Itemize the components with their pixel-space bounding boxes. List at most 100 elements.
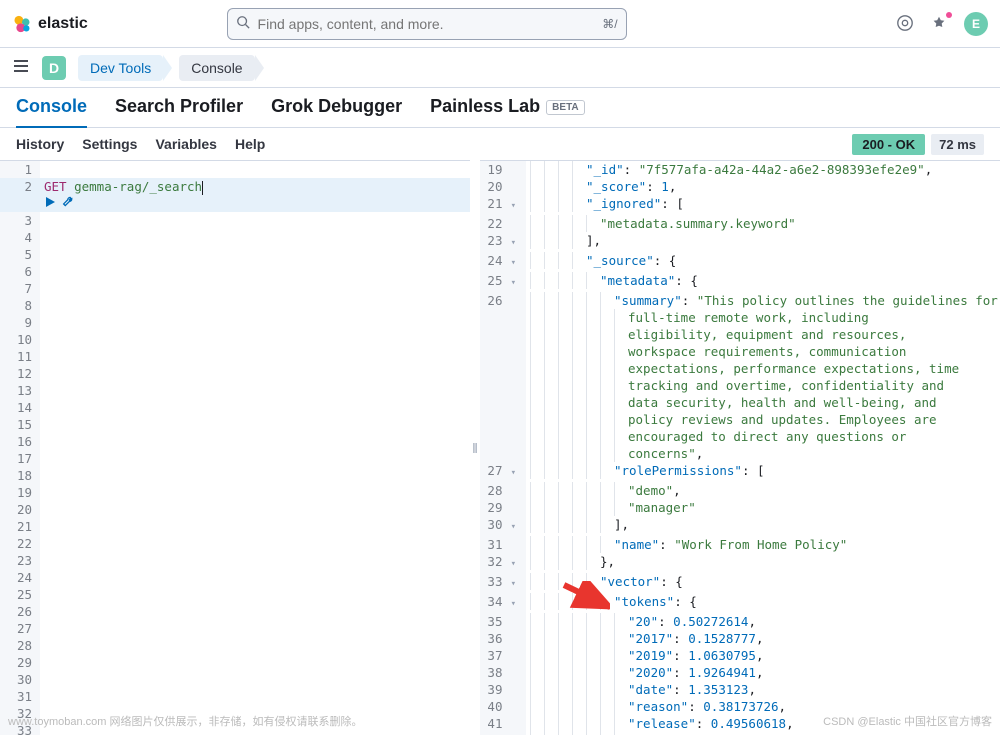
line-content[interactable] [40, 637, 470, 654]
editor-line[interactable]: 20 [0, 501, 470, 518]
settings-button[interactable]: Settings [82, 136, 137, 152]
line-content[interactable] [40, 331, 470, 348]
response-line[interactable]: data security, health and well-being, an… [480, 394, 1000, 411]
editor-line[interactable]: 30 [0, 671, 470, 688]
line-content[interactable] [40, 161, 470, 178]
line-content[interactable] [40, 314, 470, 331]
help-icon[interactable] [896, 14, 916, 34]
tab-search-profiler[interactable]: Search Profiler [115, 96, 243, 127]
response-line[interactable]: 31 "name": "Work From Home Policy" [480, 536, 1000, 553]
editor-line[interactable]: 19 [0, 484, 470, 501]
response-line[interactable]: 21 ▾"_ignored": [ [480, 195, 1000, 215]
editor-line[interactable]: 16 [0, 433, 470, 450]
editor-line[interactable]: 12 [0, 365, 470, 382]
run-icon[interactable] [44, 195, 56, 212]
response-line[interactable]: eligibility, equipment and resources, [480, 326, 1000, 343]
line-content[interactable] [40, 535, 470, 552]
editor-line[interactable]: 21 [0, 518, 470, 535]
line-content[interactable] [40, 671, 470, 688]
response-line[interactable]: 27 ▾"rolePermissions": [ [480, 462, 1000, 482]
line-content[interactable] [40, 280, 470, 297]
response-line[interactable]: 38 "2020": 1.9264941, [480, 664, 1000, 681]
editor-line[interactable]: 14 [0, 399, 470, 416]
user-avatar[interactable]: E [964, 12, 988, 36]
line-content[interactable] [40, 484, 470, 501]
response-line[interactable]: 22 "metadata.summary.keyword" [480, 215, 1000, 232]
line-content[interactable] [40, 603, 470, 620]
line-content[interactable] [40, 399, 470, 416]
line-content[interactable] [40, 365, 470, 382]
editor-line[interactable]: 22 [0, 535, 470, 552]
line-content[interactable] [40, 433, 470, 450]
line-content[interactable] [40, 518, 470, 535]
response-line[interactable]: 26 "summary": "This policy outlines the … [480, 292, 1000, 309]
editor-line[interactable]: 2GET gemma-rag/_search [0, 178, 470, 212]
line-content[interactable] [40, 348, 470, 365]
editor-line[interactable]: 5 [0, 246, 470, 263]
editor-line[interactable]: 28 [0, 637, 470, 654]
response-line[interactable]: concerns", [480, 445, 1000, 462]
response-line[interactable]: tracking and overtime, confidentiality a… [480, 377, 1000, 394]
response-line[interactable]: full-time remote work, including [480, 309, 1000, 326]
response-line[interactable]: 33 ▾"vector": { [480, 573, 1000, 593]
response-line[interactable]: 20 "_score": 1, [480, 178, 1000, 195]
line-content[interactable] [40, 416, 470, 433]
tab-console[interactable]: Console [16, 96, 87, 127]
response-line[interactable]: 39 "date": 1.353123, [480, 681, 1000, 698]
editor-line[interactable]: 23 [0, 552, 470, 569]
editor-line[interactable]: 25 [0, 586, 470, 603]
response-line[interactable]: expectations, performance expectations, … [480, 360, 1000, 377]
editor-line[interactable]: 1 [0, 161, 470, 178]
line-content[interactable] [40, 246, 470, 263]
editor-line[interactable]: 7 [0, 280, 470, 297]
search-input[interactable] [258, 16, 595, 32]
line-content[interactable] [40, 450, 470, 467]
pane-splitter[interactable]: ‖ [470, 160, 480, 735]
line-content[interactable] [40, 382, 470, 399]
response-line[interactable]: 25 ▾"metadata": { [480, 272, 1000, 292]
editor-line[interactable]: 10 [0, 331, 470, 348]
breadcrumb-console[interactable]: Console [179, 55, 254, 81]
editor-line[interactable]: 6 [0, 263, 470, 280]
editor-line[interactable]: 3 [0, 212, 470, 229]
tab-grok-debugger[interactable]: Grok Debugger [271, 96, 402, 127]
editor-line[interactable]: 11 [0, 348, 470, 365]
response-line[interactable]: 35 "20": 0.50272614, [480, 613, 1000, 630]
line-content[interactable] [40, 688, 470, 705]
menu-icon[interactable] [12, 57, 30, 78]
editor-line[interactable]: 17 [0, 450, 470, 467]
history-button[interactable]: History [16, 136, 64, 152]
response-line[interactable]: 32 ▾}, [480, 553, 1000, 573]
logo[interactable]: elastic [12, 14, 88, 34]
line-content[interactable] [40, 263, 470, 280]
line-content[interactable] [40, 229, 470, 246]
editor-line[interactable]: 18 [0, 467, 470, 484]
response-line[interactable]: 30 ▾], [480, 516, 1000, 536]
line-content[interactable] [40, 501, 470, 518]
line-content[interactable] [40, 467, 470, 484]
line-content[interactable]: GET gemma-rag/_search [40, 178, 470, 212]
line-content[interactable] [40, 552, 470, 569]
response-line[interactable]: 29 "manager" [480, 499, 1000, 516]
editor-line[interactable]: 4 [0, 229, 470, 246]
alerts-icon[interactable] [930, 14, 950, 34]
breadcrumb-devtools[interactable]: Dev Tools [78, 55, 163, 81]
response-line[interactable]: 37 "2019": 1.0630795, [480, 647, 1000, 664]
response-line[interactable]: 23 ▾], [480, 232, 1000, 252]
editor-line[interactable]: 29 [0, 654, 470, 671]
wrench-icon[interactable] [62, 195, 75, 212]
response-line[interactable]: policy reviews and updates. Employees ar… [480, 411, 1000, 428]
editor-line[interactable]: 8 [0, 297, 470, 314]
editor-line[interactable]: 24 [0, 569, 470, 586]
app-badge[interactable]: D [42, 56, 66, 80]
global-search[interactable]: ⌘/ [227, 8, 627, 40]
line-content[interactable] [40, 569, 470, 586]
editor-line[interactable]: 9 [0, 314, 470, 331]
response-pane[interactable]: 19 "_id": "7f577afa-a42a-44a2-a6e2-89839… [480, 160, 1000, 735]
response-line[interactable]: 19 "_id": "7f577afa-a42a-44a2-a6e2-89839… [480, 161, 1000, 178]
response-line[interactable]: encouraged to direct any questions or [480, 428, 1000, 445]
line-content[interactable] [40, 620, 470, 637]
editor-line[interactable]: 26 [0, 603, 470, 620]
line-content[interactable] [40, 654, 470, 671]
variables-button[interactable]: Variables [155, 136, 217, 152]
